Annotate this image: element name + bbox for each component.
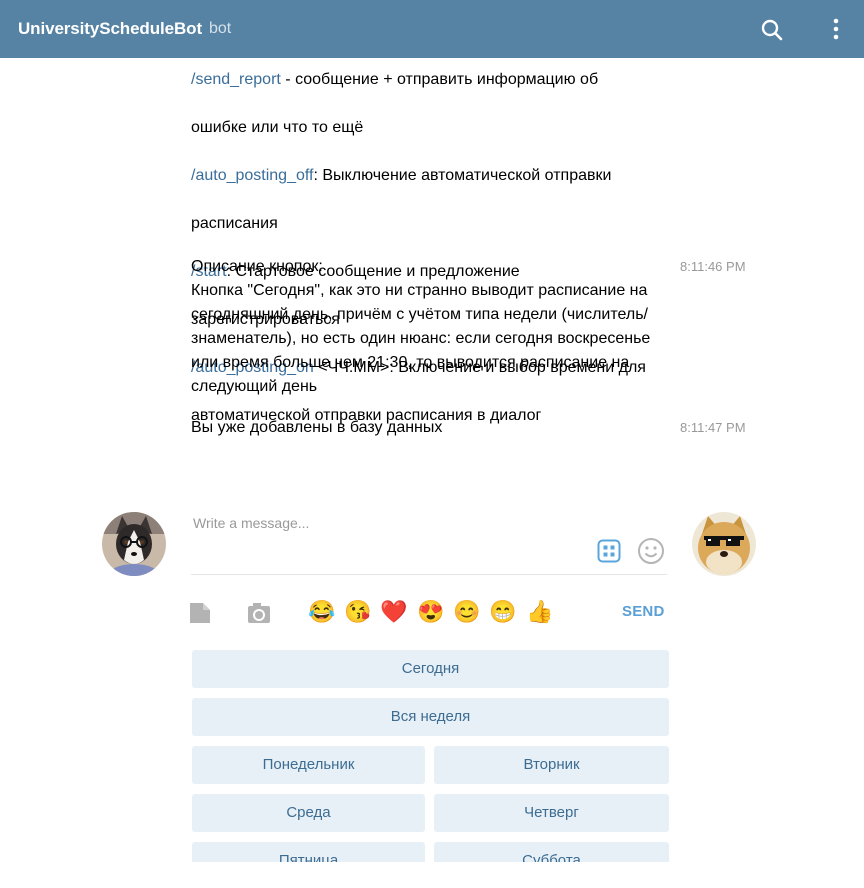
- keyboard-button-tuesday[interactable]: Вторник: [434, 746, 669, 784]
- composer-toolbar: 😂 😘 ❤️ 😍 😊 😁 👍 SEND: [188, 598, 668, 626]
- chat-subtitle: bot: [209, 20, 232, 37]
- message-text: расписания: [191, 215, 278, 232]
- keyboard-button-week[interactable]: Вся неделя: [192, 698, 669, 736]
- keyboard-button-today[interactable]: Сегодня: [192, 650, 669, 688]
- search-icon[interactable]: [760, 18, 784, 42]
- chat-title[interactable]: UniversityScheduleBot: [18, 19, 202, 39]
- keyboard-overflow-clip: Пятница Суббота: [192, 842, 669, 862]
- send-button[interactable]: SEND: [622, 603, 664, 620]
- emoji-thumbs-up[interactable]: 👍: [526, 598, 553, 626]
- emoji-heart[interactable]: ❤️: [380, 598, 407, 626]
- file-icon[interactable]: [188, 601, 212, 625]
- keyboard-button-wednesday[interactable]: Среда: [192, 794, 425, 832]
- message-input[interactable]: Write a message...: [191, 512, 667, 575]
- camera-icon[interactable]: [247, 601, 271, 625]
- message-timestamp: 8:11:47 PM: [680, 420, 746, 435]
- message-text: ошибке или что то ещё: [191, 119, 364, 136]
- message-already-added: Вы уже добавлены в базу данных: [191, 419, 443, 436]
- emoji-kiss[interactable]: 😘: [344, 598, 371, 626]
- keyboard-button-saturday[interactable]: Суббота: [434, 842, 669, 862]
- message-buttons-description: Описание кнопок: Кнопка "Сегодня", как э…: [191, 258, 651, 395]
- emoji-heart-eyes[interactable]: 😍: [417, 598, 444, 626]
- user-avatar[interactable]: [102, 512, 166, 576]
- emoji-blush[interactable]: 😊: [453, 598, 480, 626]
- command-link[interactable]: /auto_posting_off: [191, 167, 313, 184]
- keyboard-button-friday[interactable]: Пятница: [192, 842, 425, 862]
- composer: Write a message... 😂 😘 ❤️ 😍 😊 😁 👍 SEND С…: [0, 490, 864, 888]
- keyboard-button-thursday[interactable]: Четверг: [434, 794, 669, 832]
- bot-avatar[interactable]: [692, 512, 756, 576]
- message-text: - сообщение + отправить информацию об: [280, 71, 599, 88]
- more-vertical-icon[interactable]: [824, 16, 848, 42]
- smile-icon[interactable]: [637, 537, 665, 565]
- emoji-joy[interactable]: 😂: [308, 598, 335, 626]
- emoji-grin[interactable]: 😁: [489, 598, 516, 626]
- message-input-placeholder: Write a message...: [193, 515, 310, 531]
- message-timestamp: 8:11:46 PM: [680, 259, 746, 274]
- chat-header: UniversityScheduleBot bot: [0, 0, 864, 58]
- keyboard-icon[interactable]: [597, 539, 621, 563]
- keyboard-button-monday[interactable]: Понедельник: [192, 746, 425, 784]
- message-text: : Выключение автоматической отправки: [313, 167, 612, 184]
- command-link[interactable]: /send_report: [191, 71, 281, 88]
- message-history[interactable]: /send_report - сообщение + отправить инф…: [0, 58, 864, 490]
